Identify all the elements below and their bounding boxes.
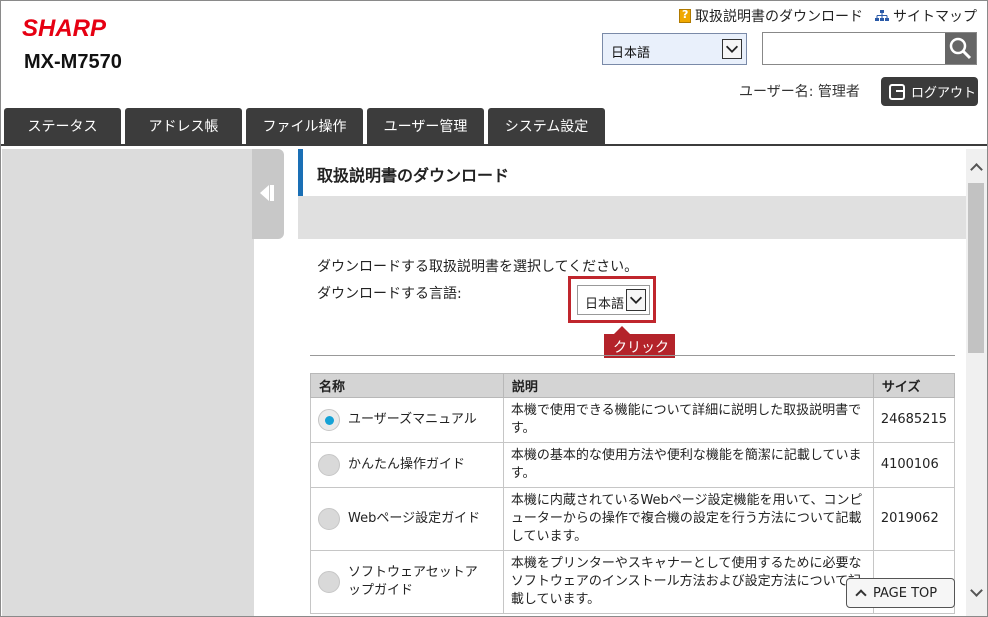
manual-name: ユーザーズマニュアル: [348, 412, 477, 427]
manual-download-link[interactable]: 取扱説明書のダウンロード: [679, 6, 863, 26]
manual-name: ソフトウェアセットアップガイド: [348, 565, 478, 598]
main-content: 取扱説明書のダウンロード ダウンロードする取扱説明書を選択してください。 ダウン…: [298, 149, 966, 616]
manual-size: 2019062: [872, 487, 956, 551]
search-icon: [949, 37, 972, 60]
manual-description: 本機の基本的な使用方法や便利な機能を簡潔に記載しています。: [502, 442, 874, 488]
manual-size: 4100106: [872, 442, 956, 488]
table-row[interactable]: Webページ設定ガイド 本機に内蔵されているWebページ設定機能を用いて、コンピ…: [310, 487, 956, 551]
chevron-down-icon[interactable]: [626, 289, 646, 311]
manual-radio-selected[interactable]: [318, 409, 340, 431]
tab-status[interactable]: ステータス: [4, 108, 121, 144]
column-header-name: 名称: [310, 373, 504, 398]
logout-button[interactable]: ログアウト: [881, 77, 978, 106]
download-language-value: 日本語: [585, 297, 625, 312]
language-select[interactable]: 日本語: [602, 33, 747, 65]
page-title: 取扱説明書のダウンロード: [317, 166, 510, 185]
logout-icon: [889, 83, 905, 100]
page-top-label: PAGE TOP: [873, 585, 938, 601]
download-language-select[interactable]: 日本語: [577, 285, 650, 315]
scroll-up-icon[interactable]: [966, 157, 987, 183]
chevron-up-icon: [855, 589, 867, 601]
page-header-bar: [298, 196, 966, 239]
collapse-arrow-icon: [260, 185, 269, 201]
search-box: [762, 32, 977, 65]
table-header-row: 名称 説明 サイズ: [310, 373, 956, 398]
tab-user-management[interactable]: ユーザー管理: [367, 108, 484, 144]
sidebar-collapse-button[interactable]: [252, 149, 284, 239]
sitemap-icon: [875, 10, 889, 21]
tab-system-settings[interactable]: システム設定: [488, 108, 605, 144]
manual-radio[interactable]: [318, 454, 340, 476]
manual-name: かんたん操作ガイド: [348, 457, 466, 472]
collapse-bar-icon: [270, 185, 274, 201]
table-row[interactable]: かんたん操作ガイド 本機の基本的な使用方法や便利な機能を簡潔に記載しています。 …: [310, 442, 956, 488]
manual-radio[interactable]: [318, 508, 340, 530]
sidebar: [2, 149, 254, 616]
tab-file-operation[interactable]: ファイル操作: [246, 108, 363, 144]
column-header-size: サイズ: [872, 373, 956, 398]
brand-logo: SHARP: [22, 15, 107, 42]
main-tabs: ステータス アドレス帳 ファイル操作 ユーザー管理 システム設定: [1, 108, 987, 146]
table-row[interactable]: ユーザーズマニュアル 本機で使用できる機能について詳細に説明した取扱説明書です。…: [310, 397, 956, 443]
divider: [310, 355, 955, 356]
manual-icon: [679, 8, 691, 23]
page-header: 取扱説明書のダウンロード: [298, 149, 966, 196]
scroll-down-icon[interactable]: [966, 581, 987, 607]
manual-name: Webページ設定ガイド: [348, 511, 481, 526]
tab-address-book[interactable]: アドレス帳: [125, 108, 242, 144]
download-language-highlight: 日本語: [568, 276, 656, 323]
search-button[interactable]: [945, 33, 976, 64]
scrollbar-thumb[interactable]: [968, 183, 984, 353]
user-name: ユーザー名: 管理者: [739, 84, 860, 100]
sitemap-link[interactable]: サイトマップ: [875, 6, 977, 26]
manual-size: 24685215: [872, 397, 956, 443]
app-window: SHARP MX-M7570 取扱説明書のダウンロード サイトマップ 日本語: [0, 0, 988, 617]
page-top-button[interactable]: PAGE TOP: [846, 578, 955, 608]
chevron-down-icon[interactable]: [722, 39, 742, 59]
logout-label: ログアウト: [911, 86, 977, 101]
device-model: MX-M7570: [24, 51, 122, 73]
manual-description: 本機で使用できる機能について詳細に説明した取扱説明書です。: [502, 397, 874, 443]
search-input[interactable]: [763, 33, 945, 64]
top-links: 取扱説明書のダウンロード サイトマップ: [679, 6, 977, 26]
manual-description: 本機に内蔵されているWebページ設定機能を用いて、コンピューターからの操作で複合…: [502, 487, 874, 551]
manual-radio[interactable]: [318, 571, 340, 593]
sitemap-label: サイトマップ: [893, 9, 977, 25]
language-select-value: 日本語: [611, 46, 651, 61]
instruction-text: ダウンロードする取扱説明書を選択してください。: [317, 259, 639, 275]
column-header-description: 説明: [502, 373, 874, 398]
manual-download-label: 取扱説明書のダウンロード: [695, 9, 863, 25]
manual-description: 本機をプリンターやスキャナーとして使用するために必要なソフトウェアのインストール…: [502, 550, 874, 614]
vertical-scrollbar[interactable]: [966, 149, 987, 616]
download-language-label: ダウンロードする言語:: [317, 286, 462, 302]
